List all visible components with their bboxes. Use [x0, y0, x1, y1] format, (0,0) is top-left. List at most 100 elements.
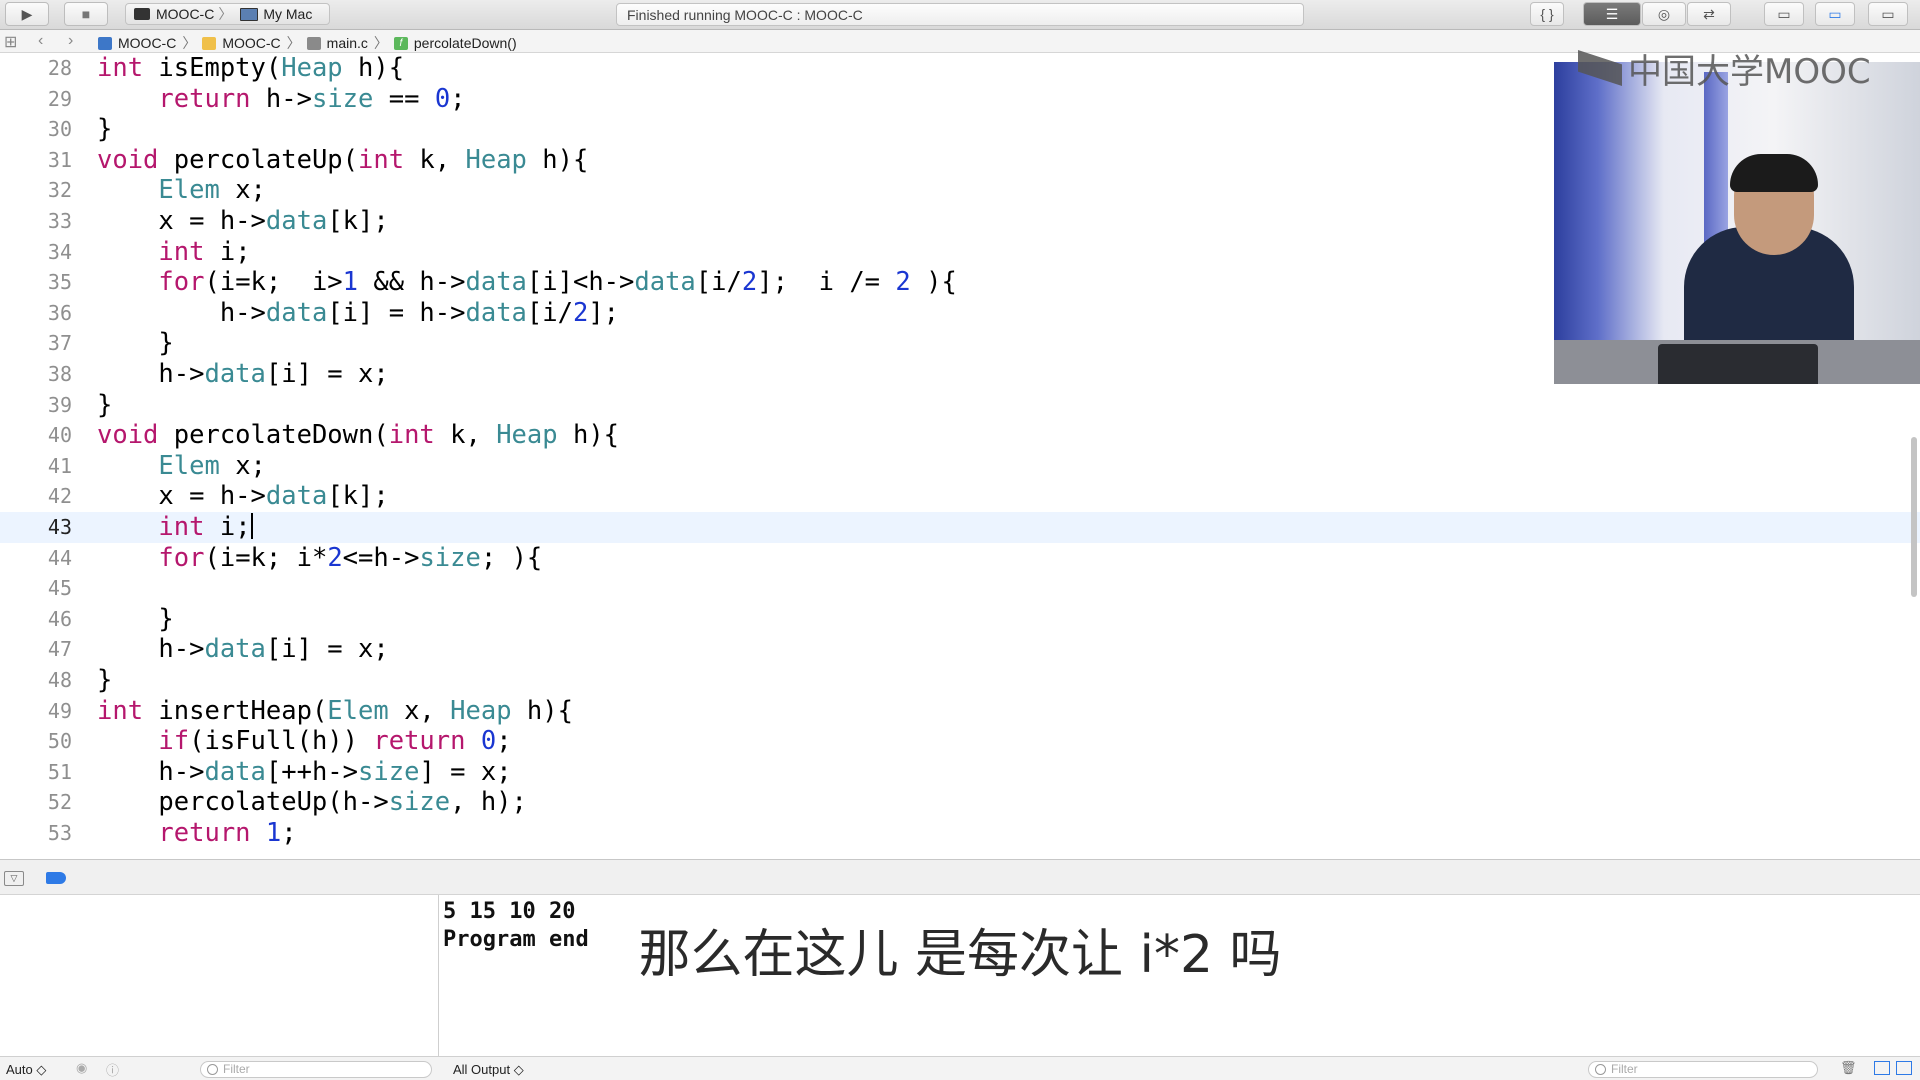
code-line[interactable]: 45	[0, 573, 1920, 604]
line-number[interactable]: 35	[0, 267, 72, 298]
code-text[interactable]: }	[97, 665, 112, 696]
version-editor-button[interactable]: ⇄	[1687, 2, 1731, 26]
code-line[interactable]: 41 Elem x;	[0, 451, 1920, 482]
line-number[interactable]: 34	[0, 237, 72, 268]
breakpoints-toggle[interactable]	[46, 872, 66, 884]
code-text[interactable]: }	[97, 114, 112, 145]
code-text[interactable]: h->data[++h->size] = x;	[97, 757, 511, 788]
crumb-function[interactable]: percolateDown()	[414, 35, 517, 51]
line-number[interactable]: 31	[0, 145, 72, 176]
run-button[interactable]: ▶	[5, 2, 49, 26]
line-number[interactable]: 37	[0, 328, 72, 359]
variables-filter-input[interactable]: Filter	[200, 1061, 432, 1078]
line-number[interactable]: 41	[0, 451, 72, 482]
code-text[interactable]: if(isFull(h)) return 0;	[97, 726, 511, 757]
line-number[interactable]: 45	[0, 573, 72, 604]
code-text[interactable]: int insertHeap(Elem x, Heap h){	[97, 696, 573, 727]
code-text[interactable]: }	[97, 604, 173, 635]
code-text[interactable]: int i;	[97, 237, 250, 268]
line-number[interactable]: 42	[0, 481, 72, 512]
split-left-icon[interactable]	[1874, 1061, 1890, 1075]
code-text[interactable]: Elem x;	[97, 451, 265, 482]
filter-icon	[207, 1064, 218, 1075]
code-text[interactable]: h->data[i] = x;	[97, 359, 388, 390]
code-text[interactable]: return 1;	[97, 818, 296, 849]
output-selector[interactable]: All Output ◇	[453, 1062, 524, 1078]
line-number[interactable]: 51	[0, 757, 72, 788]
code-text[interactable]: h->data[i] = h->data[i/2];	[97, 298, 619, 329]
line-number[interactable]: 39	[0, 390, 72, 421]
code-text[interactable]: return h->size == 0;	[97, 84, 465, 115]
toolbar: ▶ ■ MOOC-C 〉 My Mac Finished running MOO…	[0, 0, 1920, 30]
line-number[interactable]: 29	[0, 84, 72, 115]
line-number[interactable]: 49	[0, 696, 72, 727]
line-number[interactable]: 50	[0, 726, 72, 757]
debug-area-toggle[interactable]: ▭	[1815, 2, 1855, 26]
crumb-project[interactable]: MOOC-C	[118, 35, 176, 51]
crumb-folder[interactable]: MOOC-C	[222, 35, 280, 51]
code-text[interactable]: void percolateDown(int k, Heap h){	[97, 420, 619, 451]
code-text[interactable]: percolateUp(h->size, h);	[97, 787, 526, 818]
line-number[interactable]: 40	[0, 420, 72, 451]
editor-scrollbar[interactable]	[1911, 437, 1917, 597]
console-toolbar: Auto ◇ ◉ ⓘ Filter All Output ◇ Filter 🗑	[0, 1056, 1920, 1080]
filter-placeholder: Filter	[1611, 1062, 1638, 1076]
line-number[interactable]: 44	[0, 543, 72, 574]
code-text[interactable]: int isEmpty(Heap h){	[97, 53, 404, 84]
code-text[interactable]: }	[97, 328, 173, 359]
chevron-right-icon: 〉	[286, 35, 301, 51]
code-text[interactable]: h->data[i] = x;	[97, 634, 388, 665]
code-line[interactable]: 46 }	[0, 604, 1920, 635]
code-line[interactable]: 43 int i;	[0, 512, 1920, 543]
code-snippet-button[interactable]: { }	[1530, 2, 1564, 26]
line-number[interactable]: 36	[0, 298, 72, 329]
line-number[interactable]: 53	[0, 818, 72, 849]
code-line[interactable]: 42 x = h->data[k];	[0, 481, 1920, 512]
code-text[interactable]: x = h->data[k];	[97, 206, 388, 237]
code-line[interactable]: 47 h->data[i] = x;	[0, 634, 1920, 665]
code-line[interactable]: 48}	[0, 665, 1920, 696]
code-line[interactable]: 50 if(isFull(h)) return 0;	[0, 726, 1920, 757]
split-right-icon[interactable]	[1896, 1061, 1912, 1075]
code-text[interactable]: int i;	[97, 512, 253, 543]
trash-icon[interactable]: 🗑	[1840, 1060, 1857, 1076]
code-line[interactable]: 52 percolateUp(h->size, h);	[0, 787, 1920, 818]
code-line[interactable]: 49 int insertHeap(Elem x, Heap h){	[0, 696, 1920, 727]
code-line[interactable]: 51 h->data[++h->size] = x;	[0, 757, 1920, 788]
utilities-toggle[interactable]: ▭	[1868, 2, 1908, 26]
code-text[interactable]: void percolateUp(int k, Heap h){	[97, 145, 588, 176]
line-number[interactable]: 28	[0, 53, 72, 84]
code-text[interactable]: for(i=k; i*2<=h->size; ){	[97, 543, 542, 574]
forward-button[interactable]: ›	[68, 32, 73, 50]
eye-icon[interactable]: ◉	[76, 1060, 87, 1076]
back-button[interactable]: ‹	[38, 32, 43, 50]
code-text[interactable]: x = h->data[k];	[97, 481, 388, 512]
scheme-selector[interactable]: MOOC-C 〉 My Mac	[125, 3, 330, 25]
code-line[interactable]: 39}	[0, 390, 1920, 421]
crumb-file[interactable]: main.c	[327, 35, 368, 51]
code-text[interactable]: Elem x;	[97, 175, 265, 206]
line-number[interactable]: 38	[0, 359, 72, 390]
line-number[interactable]: 52	[0, 787, 72, 818]
line-number[interactable]: 30	[0, 114, 72, 145]
code-line[interactable]: 53 return 1;	[0, 818, 1920, 849]
line-number[interactable]: 47	[0, 634, 72, 665]
line-number[interactable]: 46	[0, 604, 72, 635]
console-filter-input[interactable]: Filter	[1588, 1061, 1818, 1078]
code-text[interactable]: for(i=k; i>1 && h->data[i]<h->data[i/2];…	[97, 267, 956, 298]
code-line[interactable]: 44 for(i=k; i*2<=h->size; ){	[0, 543, 1920, 574]
code-text[interactable]: }	[97, 390, 112, 421]
stop-button[interactable]: ■	[64, 2, 108, 26]
variables-scope-selector[interactable]: Auto ◇	[6, 1062, 46, 1078]
line-number[interactable]: 32	[0, 175, 72, 206]
code-line[interactable]: 40 void percolateDown(int k, Heap h){	[0, 420, 1920, 451]
info-icon[interactable]: ⓘ	[106, 1060, 119, 1079]
line-number[interactable]: 48	[0, 665, 72, 696]
hide-debug-area-button[interactable]: ▽	[4, 871, 24, 886]
line-number[interactable]: 33	[0, 206, 72, 237]
related-items-icon[interactable]: ⊞	[4, 32, 17, 52]
standard-editor-button[interactable]: ☰	[1583, 2, 1641, 26]
navigator-toggle[interactable]: ▭	[1764, 2, 1804, 26]
assistant-editor-button[interactable]: ◎	[1642, 2, 1686, 26]
line-number[interactable]: 43	[0, 512, 72, 543]
